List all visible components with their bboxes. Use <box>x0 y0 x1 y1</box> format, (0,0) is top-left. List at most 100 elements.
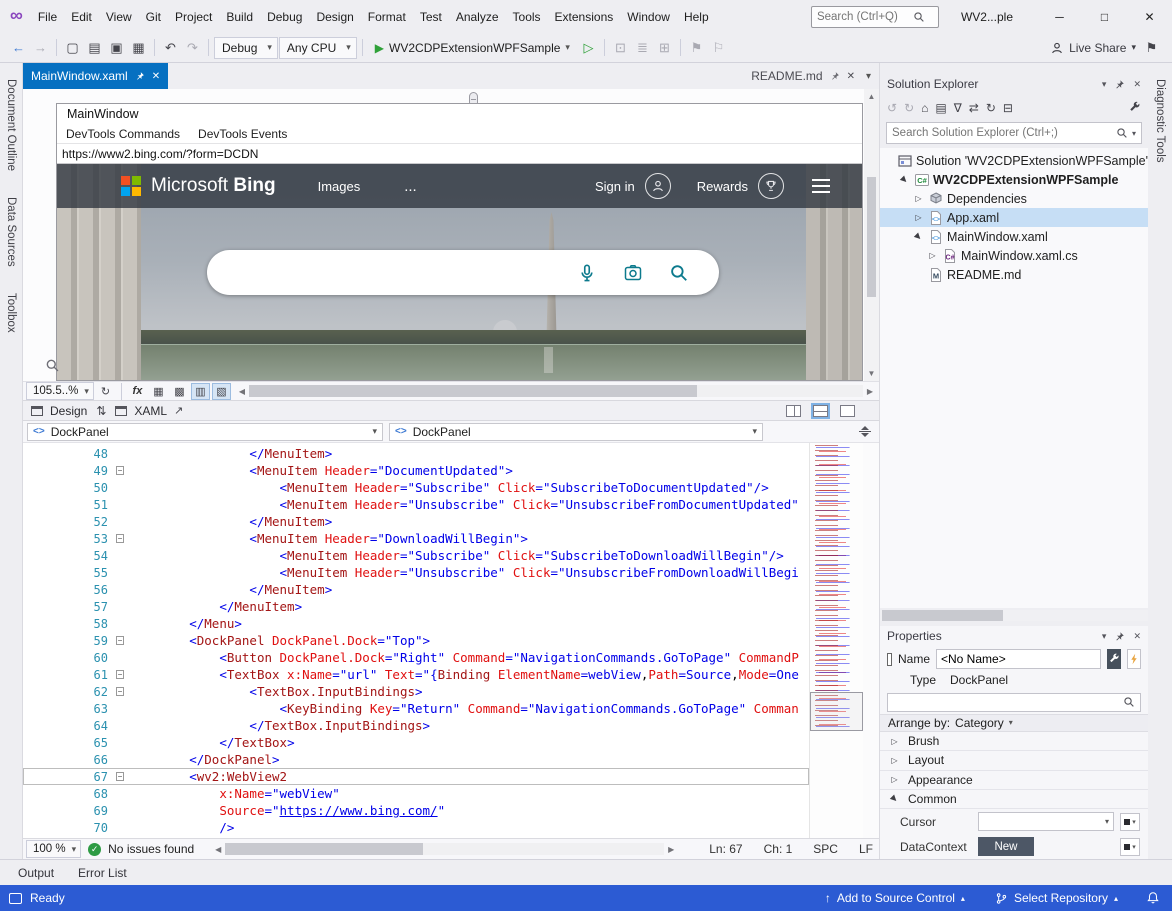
start-debugging-button[interactable]: ▶ WV2CDPExtensionWPFSample ▾ <box>368 36 577 60</box>
scrollbar-thumb[interactable] <box>249 385 697 397</box>
properties-search-input[interactable] <box>893 695 1123 710</box>
home-icon[interactable]: ⌂ <box>921 101 928 115</box>
code-line-66[interactable]: 66 </DockPanel> <box>23 751 809 768</box>
breadcrumb-right-dropdown[interactable]: <> DockPanel ▾ <box>389 423 763 441</box>
fold-marker-icon[interactable] <box>111 636 129 645</box>
chevron-down-icon[interactable]: ▾ <box>1131 42 1136 53</box>
close-tab-icon[interactable]: ✕ <box>152 71 160 82</box>
snap-to-grid-icon[interactable]: ▩ <box>170 383 189 400</box>
tree-item-mainwindow-xaml-cs[interactable]: ▷C#MainWindow.xaml.cs <box>880 246 1148 265</box>
code-line-65[interactable]: 65 </TextBox> <box>23 734 809 751</box>
code-line-63[interactable]: 63 <KeyBinding Key="Return" Command="Nav… <box>23 700 809 717</box>
code-line-57[interactable]: 57 </MenuItem> <box>23 598 809 615</box>
scrollbar-thumb[interactable] <box>225 843 423 855</box>
document-health-icon[interactable]: ✓ <box>88 843 101 856</box>
section-layout[interactable]: ▷Layout <box>880 751 1148 770</box>
property-marker-button[interactable]: ▾ <box>1120 813 1140 831</box>
code-line-55[interactable]: 55 <MenuItem Header="Unsubscribe" Click=… <box>23 564 809 581</box>
code-line-59[interactable]: 59 <DockPanel DockPanel.Dock="Top"> <box>23 632 809 649</box>
code-line-50[interactable]: 50 <MenuItem Header="Subscribe" Click="S… <box>23 479 809 496</box>
xaml-designer[interactable]: MainWindow DevTools Commands DevTools Ev… <box>23 89 879 381</box>
breadcrumb-left-dropdown[interactable]: <> DockPanel ▾ <box>27 423 383 441</box>
vertical-split-button[interactable] <box>786 405 801 417</box>
menu-analyze[interactable]: Analyze <box>449 5 506 29</box>
hamburger-menu-icon[interactable] <box>812 179 830 193</box>
tab-list-chevron-icon[interactable]: ▾ <box>862 71 879 82</box>
pin-icon[interactable] <box>1114 79 1125 90</box>
menu-file[interactable]: File <box>31 5 64 29</box>
save-icon[interactable]: ▣ <box>106 37 127 59</box>
tool-tab-diagnostic-tools[interactable]: Diagnostic Tools <box>1154 79 1166 163</box>
close-panel-icon[interactable]: ✕ <box>1133 631 1141 642</box>
tree-item-wv2cdpextensionwpfsample[interactable]: ▶C#WV2CDPExtensionWPFSample <box>880 170 1148 189</box>
switch-views-icon[interactable]: ▤ <box>935 101 946 115</box>
section-brush[interactable]: ▷Brush <box>880 732 1148 751</box>
code-line-64[interactable]: 64 </TextBox.InputBindings> <box>23 717 809 734</box>
tree-horizontal-scrollbar[interactable] <box>880 610 1148 621</box>
menu-edit[interactable]: Edit <box>64 5 99 29</box>
fold-marker-icon[interactable] <box>111 466 129 475</box>
bing-rewards-link[interactable]: Rewards <box>697 179 748 194</box>
code-line-49[interactable]: 49 <MenuItem Header="DocumentUpdated"> <box>23 462 809 479</box>
menu-extensions[interactable]: Extensions <box>548 5 621 29</box>
code-line-51[interactable]: 51 <MenuItem Header="Unsubscribe" Click=… <box>23 496 809 513</box>
eol-indicator[interactable]: LF <box>859 842 873 856</box>
bing-search-box[interactable] <box>207 250 719 295</box>
code-line-69[interactable]: 69 Source="https://www.bing.com/" <box>23 802 809 819</box>
horizontal-split-button[interactable] <box>813 405 828 417</box>
visual-search-icon[interactable] <box>623 263 643 283</box>
new-project-icon[interactable]: ▢ <box>62 37 83 59</box>
expander-icon[interactable]: ▷ <box>912 213 925 222</box>
panel-tab-error-list[interactable]: Error List <box>78 866 127 880</box>
minimize-button[interactable]: ─ <box>1037 0 1082 33</box>
code-line-58[interactable]: 58 </Menu> <box>23 615 809 632</box>
tool-tab-document-outline[interactable]: Document Outline <box>5 79 17 171</box>
mic-icon[interactable] <box>577 263 597 283</box>
live-share-button[interactable]: Live Share <box>1069 41 1126 55</box>
close-panel-icon[interactable]: ✕ <box>1133 79 1141 90</box>
new-datacontext-button[interactable]: New <box>978 837 1034 856</box>
designed-address-textbox[interactable]: https://www2.bing.com/?form=DCDN <box>57 144 862 164</box>
cursor-dropdown[interactable]: ▾ <box>978 812 1114 831</box>
feedback-icon[interactable]: ⚑ <box>1141 37 1162 59</box>
quick-launch-input[interactable] <box>817 11 913 23</box>
maximize-button[interactable]: □ <box>1082 0 1127 33</box>
xaml-view-tab[interactable]: XAML <box>134 404 167 418</box>
popout-icon[interactable]: ↗ <box>174 404 183 417</box>
undo-icon[interactable]: ↶ <box>160 37 181 59</box>
tree-item-dependencies[interactable]: ▷Dependencies <box>880 189 1148 208</box>
redo-icon[interactable]: ↷ <box>182 37 203 59</box>
webview-bing-preview[interactable]: Microsoft Bing Images ... Sign in Reward… <box>57 164 862 380</box>
events-mode-button[interactable] <box>1127 649 1141 669</box>
code-line-53[interactable]: 53 <MenuItem Header="DownloadWillBegin"> <box>23 530 809 547</box>
line-indicator[interactable]: Ln: 67 <box>709 842 742 856</box>
tab-mainwindow-xaml[interactable]: MainWindow.xaml ✕ <box>23 63 168 89</box>
xaml-editor[interactable]: 48 </MenuItem>49 <MenuItem Header="Docum… <box>23 443 879 838</box>
tree-item-readme-md[interactable]: MREADME.md <box>880 265 1148 284</box>
tool-tab-data-sources[interactable]: Data Sources <box>5 197 17 267</box>
scroll-left-icon[interactable]: ◀ <box>211 845 225 854</box>
minimap[interactable] <box>809 443 863 838</box>
fit-selection-icon[interactable]: ↻ <box>96 383 115 400</box>
expander-icon[interactable]: ▷ <box>926 251 939 260</box>
menu-build[interactable]: Build <box>219 5 260 29</box>
show-snaplines-icon[interactable]: ▥ <box>191 383 210 400</box>
swap-panes-icon[interactable]: ⇅ <box>96 404 106 418</box>
snap-to-snaplines-icon[interactable]: ▧ <box>212 383 231 400</box>
column-indicator[interactable]: Ch: 1 <box>764 842 793 856</box>
expander-icon[interactable]: ▶ <box>911 229 927 245</box>
section-common[interactable]: ▶Common <box>880 790 1148 809</box>
code-line-54[interactable]: 54 <MenuItem Header="Subscribe" Click="S… <box>23 547 809 564</box>
microsoft-logo-icon[interactable] <box>121 176 141 196</box>
scrollbar-thumb[interactable] <box>882 610 1003 621</box>
show-grid-icon[interactable]: ▦ <box>149 383 168 400</box>
code-line-56[interactable]: 56 </MenuItem> <box>23 581 809 598</box>
solution-configurations-dropdown[interactable]: Debug▾ <box>214 37 278 59</box>
back-icon[interactable]: ↺ <box>887 101 897 115</box>
code-line-52[interactable]: 52 </MenuItem> <box>23 513 809 530</box>
fold-marker-icon[interactable] <box>111 670 129 679</box>
spaces-indicator[interactable]: SPC <box>813 842 838 856</box>
scroll-right-icon[interactable]: ▶ <box>863 387 877 396</box>
code-line-48[interactable]: 48 </MenuItem> <box>23 445 809 462</box>
indent-icon[interactable]: ⊞ <box>654 37 675 59</box>
